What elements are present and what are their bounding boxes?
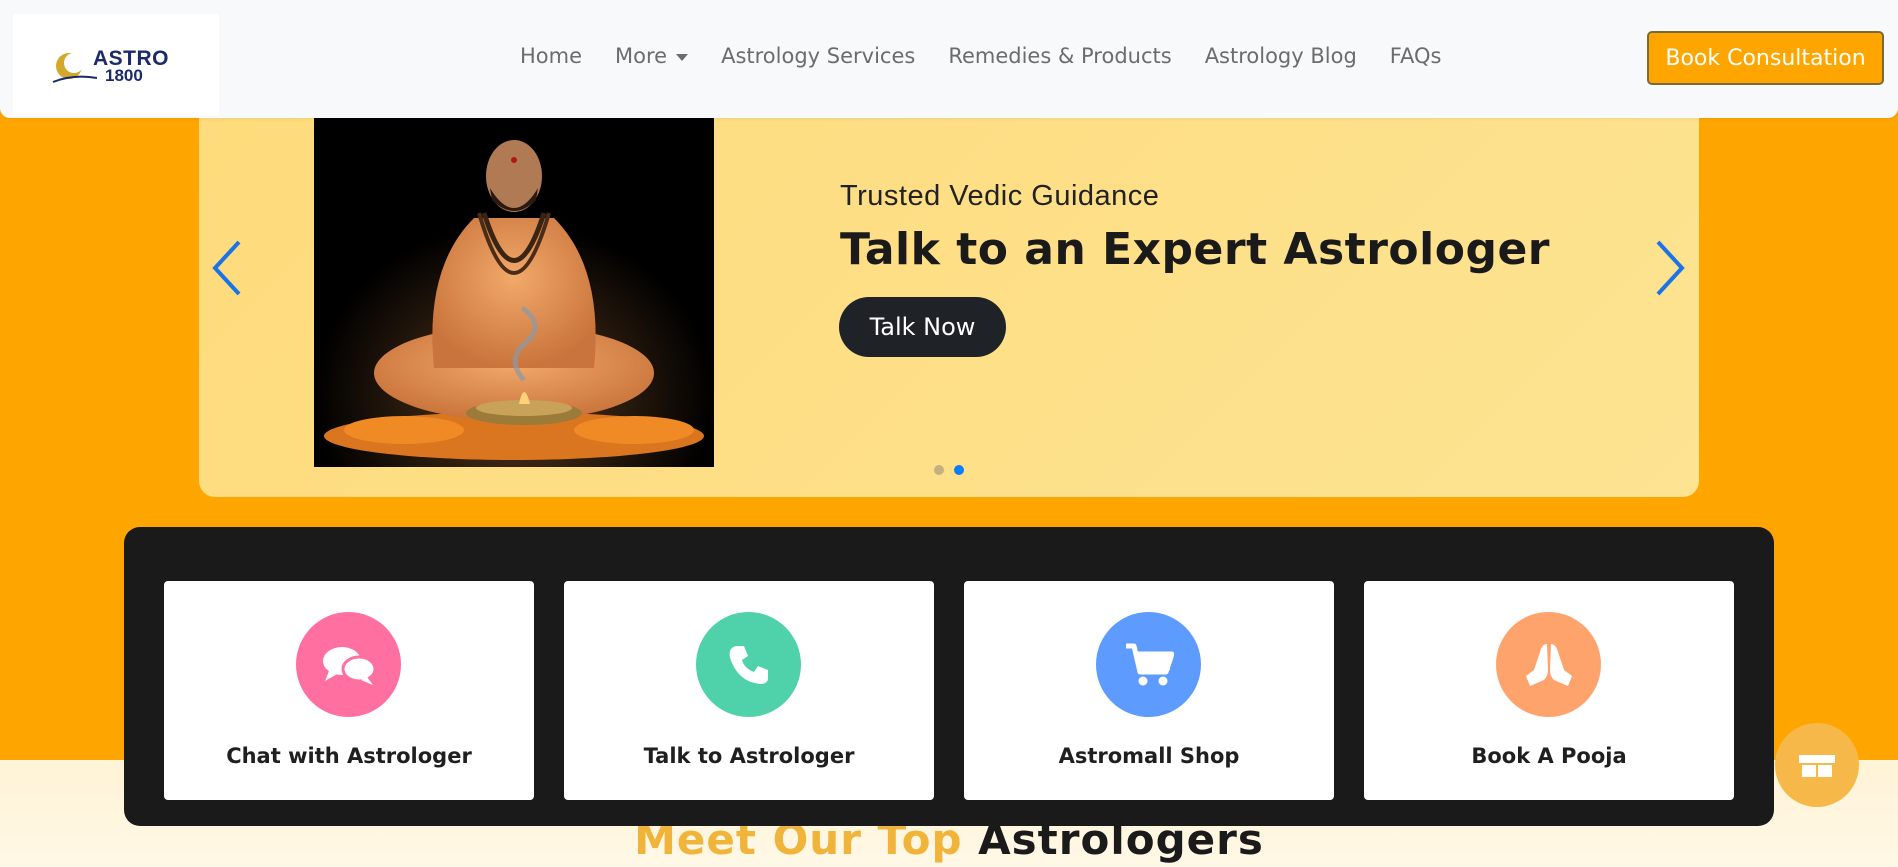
floating-gift-button[interactable] (1775, 723, 1859, 807)
nav-astrology-services[interactable]: Astrology Services (721, 44, 915, 68)
service-card-pooja[interactable]: Book A Pooja (1364, 581, 1734, 800)
praying-hands-icon (1496, 612, 1601, 717)
logo[interactable]: ASTRO 1800 (13, 14, 219, 116)
nav-remedies-products[interactable]: Remedies & Products (948, 44, 1171, 68)
nav-home[interactable]: Home (520, 44, 582, 68)
phone-icon (696, 612, 801, 717)
talk-now-button[interactable]: Talk Now (839, 297, 1006, 357)
caret-down-icon (676, 53, 689, 61)
service-card-talk[interactable]: Talk to Astrologer (564, 581, 934, 800)
service-label: Book A Pooja (1471, 744, 1627, 768)
services-panel: Chat with Astrologer Talk to Astrologer … (124, 527, 1774, 826)
site-header: ASTRO 1800 Home More Astrology Services … (0, 0, 1898, 118)
service-label: Chat with Astrologer (226, 744, 472, 768)
hero-subtitle: Trusted Vedic Guidance (840, 180, 1160, 212)
hero-image (314, 118, 714, 467)
service-card-chat[interactable]: Chat with Astrologer (164, 581, 534, 800)
gift-icon (1799, 755, 1835, 777)
hero-title: Talk to an Expert Astrologer (840, 224, 1550, 275)
service-card-shop[interactable]: Astromall Shop (964, 581, 1334, 800)
logo-icon (52, 53, 98, 83)
nav-more-dropdown[interactable]: More (615, 44, 689, 68)
carousel-prev-arrow-icon[interactable] (209, 238, 249, 298)
meditating-monk-illustration (314, 118, 714, 467)
nav-faqs[interactable]: FAQs (1390, 44, 1442, 68)
carousel-indicators (934, 465, 964, 475)
service-label: Astromall Shop (1058, 744, 1240, 768)
nav-astrology-blog[interactable]: Astrology Blog (1205, 44, 1357, 68)
carousel-next-arrow-icon[interactable] (1648, 238, 1688, 298)
service-label: Talk to Astrologer (643, 744, 855, 768)
book-consultation-button[interactable]: Book Consultation (1647, 31, 1884, 85)
nav-more-label: More (615, 44, 668, 68)
carousel-dot-1[interactable] (934, 465, 944, 475)
chat-bubbles-icon (296, 612, 401, 717)
carousel-dot-2[interactable] (954, 465, 964, 475)
shopping-cart-icon (1096, 612, 1201, 717)
main-nav: Home More Astrology Services Remedies & … (520, 44, 1474, 68)
